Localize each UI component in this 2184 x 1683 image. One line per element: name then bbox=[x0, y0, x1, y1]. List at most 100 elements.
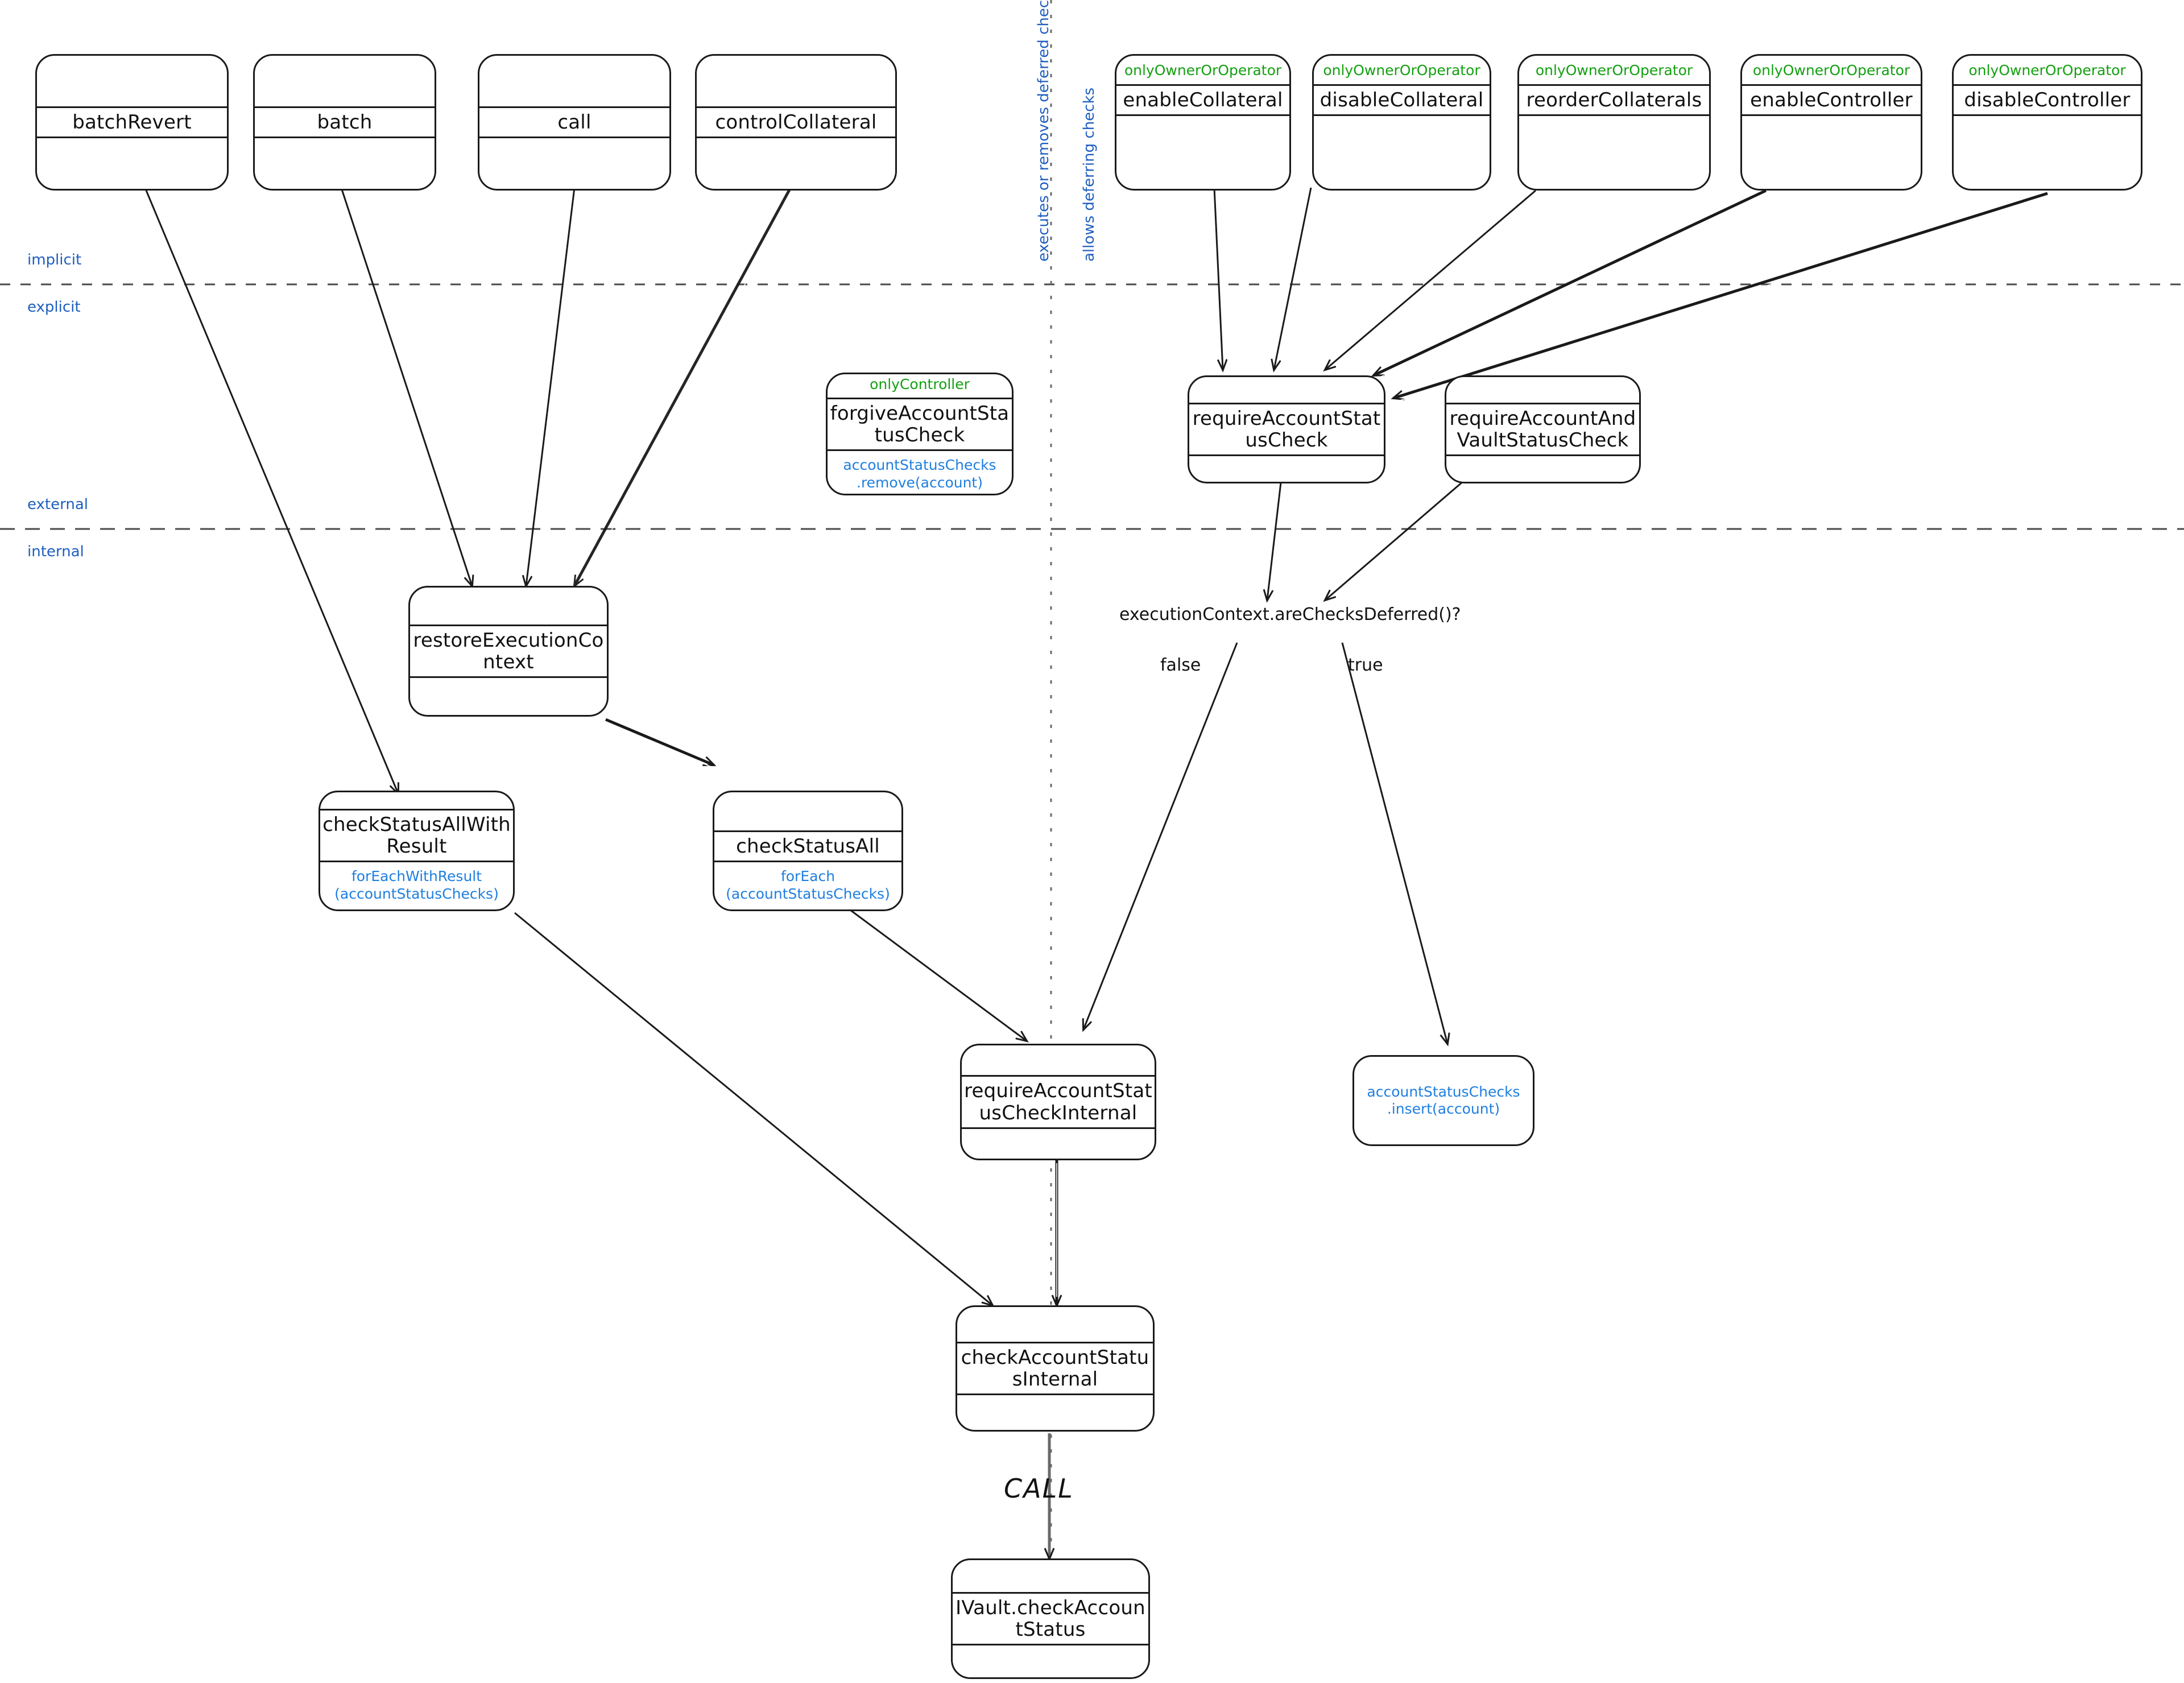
node-requireAccountStatusCheck-spacer-bottom bbox=[1189, 456, 1384, 482]
node-batchRevert-spacer-top bbox=[37, 56, 227, 106]
node-forgiveAccountStatusCheck-attrs: accountStatusChecks .remove(account) bbox=[843, 457, 996, 491]
node-controlCollateral[interactable]: controlCollateral bbox=[695, 54, 897, 191]
lane-label-explicit: explicit bbox=[27, 299, 81, 316]
node-checkAccountStatusInternal[interactable]: checkAccountStatusInternal bbox=[956, 1305, 1155, 1432]
node-checkStatusAll-band: checkStatusAll bbox=[714, 830, 901, 862]
decision-label-are-checks-deferred: executionContext.areChecksDeferred()? bbox=[1119, 605, 1461, 625]
node-controlCollateral-title: controlCollateral bbox=[715, 110, 877, 134]
node-checkAccountStatusInternal-title: checkAccountStatusInternal bbox=[961, 1346, 1149, 1391]
node-enableCollateral[interactable]: onlyOwnerOrOperator enableCollateral bbox=[1115, 54, 1291, 191]
node-batch-title: batch bbox=[317, 110, 373, 134]
node-forgiveAccountStatusCheck-stereotype: onlyController bbox=[870, 375, 970, 392]
node-restoreExecutionContext[interactable]: restoreExecutionContext bbox=[408, 586, 609, 717]
node-controlCollateral-band: controlCollateral bbox=[697, 106, 895, 139]
edge-call-to-restoreExecutionContext bbox=[526, 187, 576, 586]
node-disableController-spacer-bottom bbox=[1954, 116, 2141, 189]
node-IVault-checkAccountStatus-title: IVault.checkAccountStatus bbox=[956, 1596, 1145, 1641]
node-IVault-checkAccountStatus-spacer-top bbox=[953, 1560, 1148, 1592]
edge-decision-true-to-accountStatusChecksInsert bbox=[1341, 642, 1447, 1044]
node-call-title: call bbox=[557, 110, 592, 134]
node-checkStatusAll-spacer-top bbox=[714, 792, 901, 830]
node-requireAccountStatusCheck-band: requireAccountStatusCheck bbox=[1189, 402, 1384, 457]
edge-controlCollateral-to-restoreExecutionContext-b bbox=[581, 187, 798, 586]
node-accountStatusChecks-insert[interactable]: accountStatusChecks .insert(account) bbox=[1352, 1055, 1534, 1146]
node-disableController-stereotype: onlyOwnerOrOperator bbox=[1968, 62, 2126, 78]
edge-disableController-to-requireAccountStatusCheck bbox=[1393, 192, 2048, 398]
node-requireAccountAndVaultStatusCheck-spacer-top bbox=[1446, 377, 1639, 403]
node-forgiveAccountStatusCheck[interactable]: onlyController forgiveAccountStatusCheck… bbox=[826, 373, 1014, 495]
node-disableCollateral-spacer-bottom bbox=[1314, 116, 1490, 189]
node-enableController-stereotype: onlyOwnerOrOperator bbox=[1752, 62, 1910, 78]
node-disableController-band: disableController bbox=[1954, 84, 2141, 116]
node-IVault-checkAccountStatus[interactable]: IVault.checkAccountStatus bbox=[951, 1558, 1150, 1679]
node-enableController-band: enableController bbox=[1742, 84, 1921, 116]
lane-label-internal: internal bbox=[27, 543, 84, 560]
node-restoreExecutionContext-title: restoreExecutionContext bbox=[413, 628, 604, 673]
branch-label-false: false bbox=[1160, 655, 1201, 675]
edge-label-call: CALL bbox=[1004, 1473, 1074, 1504]
node-checkStatusAllWithResult-attrs: forEachWithResult (accountStatusChecks) bbox=[334, 868, 499, 902]
node-batch-spacer-bottom bbox=[255, 138, 435, 189]
node-requireAccountStatusCheckInternal-spacer-bottom bbox=[962, 1129, 1155, 1159]
node-enableCollateral-title: enableCollateral bbox=[1123, 88, 1283, 111]
node-checkAccountStatusInternal-spacer-top bbox=[957, 1307, 1153, 1342]
node-disableCollateral-stereotype: onlyOwnerOrOperator bbox=[1323, 62, 1480, 78]
node-call-band: call bbox=[479, 106, 669, 139]
node-call-spacer-top bbox=[479, 56, 669, 106]
node-requireAccountStatusCheckInternal-title: requireAccountStatusCheckInternal bbox=[964, 1080, 1152, 1124]
node-restoreExecutionContext-spacer-top bbox=[410, 588, 607, 625]
node-requireAccountStatusCheck-spacer-top bbox=[1189, 377, 1384, 403]
node-checkStatusAllWithResult-title: checkStatusAllWithResult bbox=[322, 813, 511, 858]
node-batch-spacer-top bbox=[255, 56, 435, 106]
node-disableCollateral-band: disableCollateral bbox=[1314, 84, 1490, 116]
node-IVault-checkAccountStatus-band: IVault.checkAccountStatus bbox=[953, 1591, 1148, 1646]
node-checkStatusAllWithResult[interactable]: checkStatusAllWithResult forEachWithResu… bbox=[318, 791, 515, 911]
node-call-spacer-bottom bbox=[479, 138, 669, 189]
node-batchRevert-title: batchRevert bbox=[72, 110, 192, 134]
node-requireAccountStatusCheck[interactable]: requireAccountStatusCheck bbox=[1188, 375, 1385, 483]
node-enableCollateral-stereotype: onlyOwnerOrOperator bbox=[1124, 62, 1282, 78]
node-batchRevert[interactable]: batchRevert bbox=[35, 54, 229, 191]
node-checkStatusAll-title: checkStatusAll bbox=[736, 834, 880, 858]
node-reorderCollaterals-title: reorderCollaterals bbox=[1526, 88, 1702, 111]
edge-restoreExecutionContext-to-checkStatusAll bbox=[605, 718, 714, 767]
node-requireAccountStatusCheckInternal-band: requireAccountStatusCheckInternal bbox=[962, 1075, 1155, 1129]
node-requireAccountAndVaultStatusCheck[interactable]: requireAccountAndVaultStatusCheck bbox=[1445, 375, 1641, 483]
node-reorderCollaterals-spacer-bottom bbox=[1519, 116, 1709, 189]
node-disableController[interactable]: onlyOwnerOrOperator disableController bbox=[1952, 54, 2142, 191]
node-call[interactable]: call bbox=[478, 54, 671, 191]
node-disableCollateral[interactable]: onlyOwnerOrOperator disableCollateral bbox=[1312, 54, 1491, 191]
node-enableCollateral-band: enableCollateral bbox=[1116, 84, 1289, 116]
node-reorderCollaterals-band: reorderCollaterals bbox=[1519, 84, 1709, 116]
node-requireAccountAndVaultStatusCheck-title: requireAccountAndVaultStatusCheck bbox=[1449, 407, 1636, 452]
node-enableCollateral-spacer-bottom bbox=[1116, 116, 1289, 189]
edge-controlCollateral-to-restoreExecutionContext bbox=[574, 187, 792, 586]
node-enableController[interactable]: onlyOwnerOrOperator enableController bbox=[1740, 54, 1922, 191]
node-forgiveAccountStatusCheck-band: forgiveAccountStatusCheck bbox=[828, 398, 1012, 452]
edge-reorderCollaterals-to-requireAccountStatusCheck bbox=[1325, 189, 1536, 370]
node-requireAccountStatusCheckInternal[interactable]: requireAccountStatusCheckInternal bbox=[960, 1044, 1156, 1160]
branch-label-true: true bbox=[1348, 655, 1383, 675]
node-reorderCollaterals[interactable]: onlyOwnerOrOperator reorderCollaterals bbox=[1517, 54, 1711, 191]
node-batch[interactable]: batch bbox=[253, 54, 436, 191]
node-controlCollateral-spacer-bottom bbox=[697, 138, 895, 189]
edge-requireAccountAndVaultStatusCheck-to-decision bbox=[1325, 477, 1468, 600]
node-batch-band: batch bbox=[255, 106, 435, 139]
node-checkStatusAllWithResult-band: checkStatusAllWithResult bbox=[320, 808, 513, 862]
edge-checkStatusAllWithResult-to-checkAccountStatusInternal bbox=[514, 912, 992, 1305]
node-checkStatusAll[interactable]: checkStatusAll forEach (accountStatusChe… bbox=[713, 791, 903, 911]
node-restoreExecutionContext-spacer-bottom bbox=[410, 678, 607, 715]
node-controlCollateral-spacer-top bbox=[697, 56, 895, 106]
node-checkStatusAll-attrs: forEach (accountStatusChecks) bbox=[726, 868, 890, 902]
edge-requireAccountStatusCheck-to-decision bbox=[1267, 477, 1283, 600]
node-requireAccountStatusCheck-title: requireAccountStatusCheck bbox=[1192, 407, 1381, 452]
edge-decision-false-to-requireAccountStatusCheckInternal bbox=[1083, 642, 1238, 1029]
node-restoreExecutionContext-band: restoreExecutionContext bbox=[410, 624, 607, 679]
node-forgiveAccountStatusCheck-title: forgiveAccountStatusCheck bbox=[830, 402, 1010, 447]
edge-batchRevert-to-checkStatusAllWithResult bbox=[144, 187, 398, 793]
node-disableCollateral-title: disableCollateral bbox=[1320, 88, 1484, 111]
node-reorderCollaterals-stereotype: onlyOwnerOrOperator bbox=[1535, 62, 1693, 78]
node-enableController-spacer-bottom bbox=[1742, 116, 1921, 189]
node-checkAccountStatusInternal-spacer-bottom bbox=[957, 1395, 1153, 1430]
node-requireAccountAndVaultStatusCheck-band: requireAccountAndVaultStatusCheck bbox=[1446, 402, 1639, 457]
